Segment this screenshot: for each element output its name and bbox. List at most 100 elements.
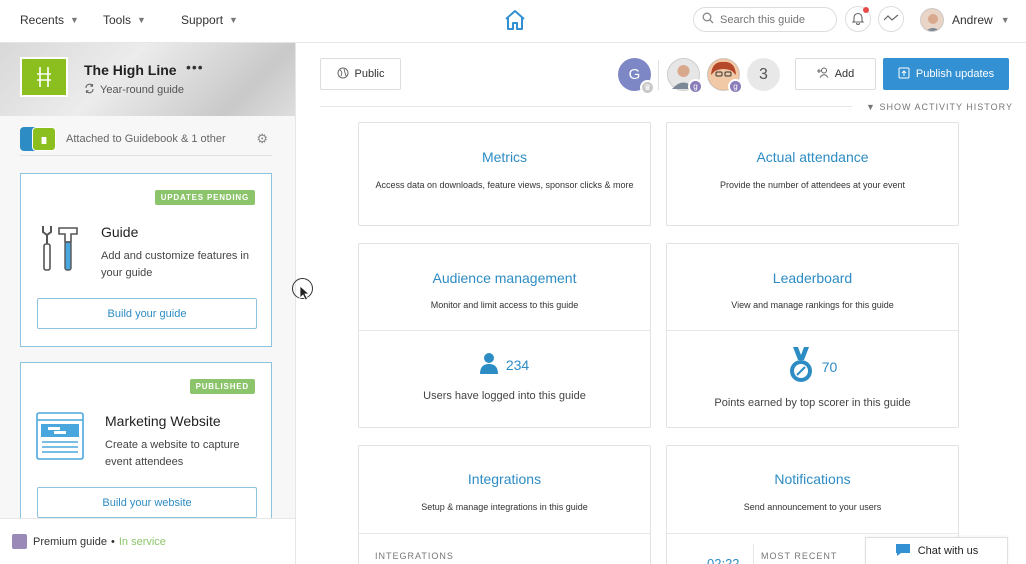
star-badge-icon xyxy=(12,534,27,549)
publish-label: Publish updates xyxy=(915,68,995,80)
build-website-button[interactable]: Build your website xyxy=(37,487,257,518)
chevron-down-icon: ▼ xyxy=(70,15,79,25)
chat-with-us-button[interactable]: Chat with us xyxy=(865,537,1008,564)
attached-text: Attached to Guidebook & 1 other xyxy=(66,133,226,145)
avatar xyxy=(920,8,944,32)
member-count[interactable]: 3 xyxy=(747,58,780,91)
attendance-tile[interactable]: Actual attendance Provide the number of … xyxy=(666,122,959,226)
notifications-button[interactable] xyxy=(845,6,871,32)
tile-title: Notifications xyxy=(774,471,851,487)
caret-down-icon: ▼ xyxy=(866,102,876,112)
avatar-group[interactable]: G ♛ xyxy=(618,58,655,95)
divider xyxy=(667,330,958,331)
gear-icon[interactable]: ⚙ xyxy=(256,131,268,147)
separator-dot: • xyxy=(110,535,115,548)
divider xyxy=(320,106,852,107)
nav-tools[interactable]: Tools ▼ xyxy=(103,13,146,27)
divider xyxy=(753,544,754,564)
add-user-icon xyxy=(816,67,830,81)
tile-title: Audience management xyxy=(432,270,577,286)
medal-icon xyxy=(788,346,814,387)
tile-description: View and manage rankings for this guide xyxy=(731,300,894,310)
member-badge: g xyxy=(728,79,743,94)
sync-icon xyxy=(84,83,95,97)
home-icon[interactable] xyxy=(503,8,527,32)
chat-label: Chat with us xyxy=(917,545,979,557)
divider xyxy=(667,533,958,534)
attached-badges: ∎ xyxy=(20,127,60,151)
tile-description: Monitor and limit access to this guide xyxy=(430,300,579,310)
chevron-down-icon: ▼ xyxy=(137,15,146,25)
premium-footer: Premium guide • In service xyxy=(0,518,295,564)
leaderboard-tile[interactable]: Leaderboard View and manage rankings for… xyxy=(666,243,959,428)
add-label: Add xyxy=(834,68,855,80)
crown-icon: ♛ xyxy=(640,80,655,95)
globe-icon xyxy=(337,67,349,82)
card-title: Guide xyxy=(101,224,139,240)
search-box[interactable] xyxy=(693,7,837,32)
user-stat: 234 xyxy=(359,352,650,377)
nav-recents[interactable]: Recents ▼ xyxy=(20,13,79,27)
divider xyxy=(359,533,650,534)
cursor-indicator xyxy=(292,278,313,301)
website-icon xyxy=(36,411,86,464)
member-badge: g xyxy=(688,79,703,94)
search-icon xyxy=(702,12,714,27)
nav-tools-label: Tools xyxy=(103,13,132,27)
chevron-down-icon: ▼ xyxy=(1000,15,1010,25)
search-input[interactable] xyxy=(720,13,830,26)
chat-bubble-icon xyxy=(895,543,911,560)
premium-label: Premium guide xyxy=(33,535,107,548)
sidebar: The High Line ••• Year-round guide ∎ Att… xyxy=(0,43,296,564)
nav-support[interactable]: Support ▼ xyxy=(181,13,238,27)
divider xyxy=(359,330,650,331)
user-menu[interactable]: Andrew ▼ xyxy=(920,8,1010,32)
publish-icon xyxy=(898,67,910,82)
tile-title: Actual attendance xyxy=(756,149,869,165)
notification-dot xyxy=(863,7,869,13)
attached-row: ∎ Attached to Guidebook & 1 other ⚙ xyxy=(20,123,272,156)
activity-wave-icon xyxy=(883,12,899,26)
guide-card: UPDATES PENDING Guide Add and customize … xyxy=(20,173,272,347)
metrics-tile[interactable]: Metrics Access data on downloads, featur… xyxy=(358,122,651,226)
tile-title: Metrics xyxy=(481,149,528,165)
user-icon xyxy=(479,352,498,377)
bell-icon xyxy=(851,11,865,28)
integrations-tile[interactable]: Integrations Setup & manage integrations… xyxy=(358,445,651,564)
notification-time: 02:22 xyxy=(707,556,740,564)
public-label: Public xyxy=(354,68,385,80)
publish-updates-button[interactable]: Publish updates xyxy=(883,58,1009,90)
nav-recents-label: Recents xyxy=(20,13,65,27)
activity-button[interactable] xyxy=(878,6,904,32)
guide-badge-icon: ∎ xyxy=(32,127,56,151)
tile-description: Access data on downloads, feature views,… xyxy=(375,180,634,190)
tile-description: Send announcement to your users xyxy=(743,502,882,512)
section-label: MOST RECENT xyxy=(761,551,838,561)
tile-description: Setup & manage integrations in this guid… xyxy=(421,502,588,512)
nav-support-label: Support xyxy=(181,13,224,27)
more-options-icon[interactable]: ••• xyxy=(186,59,204,75)
top-bar: Recents ▼ Tools ▼ Support ▼ Andrew ▼ xyxy=(0,0,1026,43)
points-stat: 70 xyxy=(667,346,958,387)
guide-name: The High Line xyxy=(84,62,177,78)
avatar-member-1[interactable]: g xyxy=(667,58,703,94)
user-count: 234 xyxy=(505,356,530,373)
guide-subtitle-text: Year-round guide xyxy=(100,84,184,96)
guide-subtitle: Year-round guide xyxy=(84,83,184,97)
stat-caption: Users have logged into this guide xyxy=(423,390,586,402)
build-guide-button[interactable]: Build your guide xyxy=(37,298,257,329)
card-description: Create a website to capture event attend… xyxy=(105,439,240,468)
show-activity-history-link[interactable]: ▼ SHOW ACTIVITY HISTORY xyxy=(866,102,1013,112)
audience-management-tile[interactable]: Audience management Monitor and limit ac… xyxy=(358,243,651,428)
add-user-button[interactable]: Add xyxy=(795,58,876,90)
points-value: 70 xyxy=(821,358,838,375)
guide-logo xyxy=(20,57,68,97)
user-name: Andrew xyxy=(952,13,993,27)
tools-icon xyxy=(37,222,81,277)
public-button[interactable]: Public xyxy=(320,58,401,90)
tile-description: Provide the number of attendees at your … xyxy=(719,180,906,190)
section-label: INTEGRATIONS xyxy=(375,551,454,561)
activity-label: SHOW ACTIVITY HISTORY xyxy=(879,102,1013,112)
avatar-member-2[interactable]: g xyxy=(707,58,743,94)
tile-title: Leaderboard xyxy=(772,270,853,286)
